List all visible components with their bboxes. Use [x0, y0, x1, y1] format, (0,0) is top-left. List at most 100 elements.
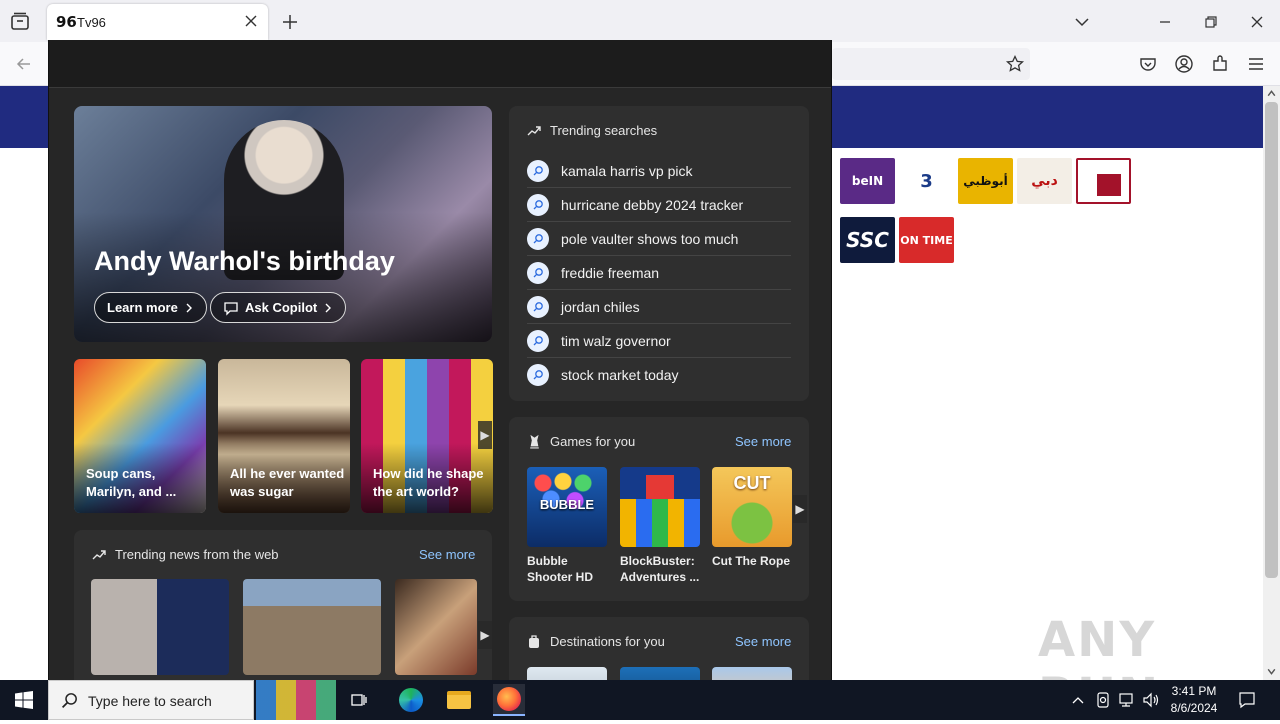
destination-thumbnail[interactable] [620, 667, 700, 680]
clock-date: 8/6/2024 [1170, 701, 1218, 715]
game-image: CUT [712, 467, 792, 547]
card-caption: How did he shape the art world? [373, 466, 484, 499]
trending-search-item[interactable]: freddie freeman [527, 256, 791, 290]
story-card-soup-cans[interactable]: Soup cans, Marilyn, and ... [74, 359, 206, 513]
collections-icon[interactable] [8, 10, 32, 34]
ask-copilot-label: Ask Copilot [245, 300, 318, 315]
device-icon[interactable] [1095, 691, 1111, 709]
minimize-icon[interactable] [1155, 12, 1175, 32]
search-highlight-image[interactable] [256, 680, 336, 720]
trending-news-section: Trending news from the web See more ▶ [74, 530, 492, 680]
games-next-arrow-icon[interactable]: ▶ [793, 495, 807, 523]
volume-icon[interactable] [1142, 692, 1160, 708]
story-card-art-world[interactable]: How did he shape the art world? [361, 359, 493, 513]
scroll-thumb[interactable] [1265, 102, 1278, 578]
trending-search-item[interactable]: jordan chiles [527, 290, 791, 324]
system-clock[interactable]: 3:41 PM 8/6/2024 [1166, 683, 1222, 717]
close-window-icon[interactable] [1247, 12, 1267, 32]
news-see-more-link[interactable]: See more [419, 547, 475, 562]
panel-header [49, 40, 831, 88]
taskbar-search-box[interactable]: Type here to search [48, 680, 254, 720]
channel-logo-dubai-sports[interactable]: دبي [1017, 158, 1072, 204]
account-icon[interactable] [1174, 54, 1194, 74]
trending-search-item[interactable]: hurricane debby 2024 tracker [527, 188, 791, 222]
destination-thumbnail[interactable] [712, 667, 792, 680]
news-thumbnail[interactable] [243, 579, 381, 675]
channel-logo-ssc[interactable]: SSC [840, 217, 895, 263]
search-icon [527, 329, 549, 352]
news-thumbnail[interactable] [91, 579, 229, 675]
windows-taskbar: Type here to search 3:41 PM 8/6/2024 [0, 680, 1280, 720]
trending-search-text: kamala harris vp pick [561, 162, 693, 179]
trending-search-text: tim walz governor [561, 332, 671, 349]
game-tile-bubble-shooter[interactable]: BUBBLE Bubble Shooter HD [527, 467, 607, 585]
game-tile-cut-the-rope[interactable]: CUT Cut The Rope [712, 467, 792, 569]
game-art-text: BUBBLE [539, 497, 595, 512]
edge-browser-icon[interactable] [395, 684, 427, 716]
story-card-sugar[interactable]: All he ever wanted was sugar [218, 359, 350, 513]
chess-piece-icon [530, 434, 539, 449]
chat-bubble-icon [224, 301, 238, 316]
trending-search-item[interactable]: pole vaulter shows too much [527, 222, 791, 256]
news-next-arrow-icon[interactable]: ▶ [478, 621, 492, 649]
task-view-icon[interactable] [343, 684, 375, 716]
bookmark-star-icon[interactable] [1005, 54, 1025, 74]
channel-logo-ontime[interactable]: ON TIME [899, 217, 954, 263]
search-icon [527, 227, 549, 250]
show-hidden-icons-icon[interactable] [1071, 694, 1085, 706]
game-name: BlockBuster: Adventures ... [620, 554, 700, 584]
trending-search-text: stock market today [561, 367, 679, 383]
close-tab-icon[interactable] [242, 12, 260, 30]
red-block [646, 475, 674, 499]
search-icon [61, 693, 77, 709]
card-caption: Soup cans, Marilyn, and ... [86, 466, 177, 499]
hero-title: Andy Warhol's birthday [94, 246, 395, 276]
page-scrollbar[interactable] [1263, 86, 1280, 680]
card-caption: All he ever wanted was sugar [230, 466, 345, 499]
trending-search-item[interactable]: tim walz governor [527, 324, 791, 358]
trending-search-item[interactable]: stock market today [527, 358, 791, 392]
back-arrow-icon[interactable] [14, 54, 34, 74]
pocket-icon[interactable] [1138, 54, 1158, 74]
restore-icon[interactable] [1201, 12, 1221, 32]
list-all-tabs-icon[interactable] [1072, 12, 1092, 32]
news-thumbnail[interactable] [395, 579, 477, 675]
games-see-more-link[interactable]: See more [735, 434, 791, 449]
firefox-icon[interactable] [493, 684, 525, 716]
ask-copilot-button[interactable]: Ask Copilot [210, 292, 347, 323]
game-tile-blockbuster[interactable]: BlockBuster: Adventures ... [620, 467, 700, 585]
search-icon [527, 193, 549, 216]
hero-card[interactable]: Andy Warhol's birthday Learn more Ask Co… [74, 106, 492, 342]
channel-logo-bein[interactable]: beIN [840, 158, 895, 204]
destination-thumbnail[interactable] [527, 667, 607, 680]
browser-tab-tv96[interactable]: 96 Tv96 [47, 4, 268, 40]
notifications-icon[interactable] [1238, 691, 1256, 709]
extensions-icon[interactable] [1210, 54, 1230, 74]
scroll-up-arrow-icon[interactable] [1266, 88, 1277, 99]
windows-start-icon[interactable] [15, 691, 33, 709]
channel-logo-arriyadia[interactable]: 3 [899, 158, 954, 204]
network-icon[interactable] [1118, 692, 1136, 708]
address-bar[interactable] [832, 48, 1030, 80]
game-name: Cut The Rope [712, 554, 790, 568]
learn-more-label: Learn more [107, 300, 178, 315]
carousel-next-arrow-icon[interactable]: ▶ [478, 421, 492, 449]
menu-icon[interactable] [1246, 54, 1266, 74]
trending-search-item[interactable]: kamala harris vp pick [527, 154, 791, 188]
trending-search-text: hurricane debby 2024 tracker [561, 196, 744, 213]
channel-logo-red[interactable] [1076, 158, 1131, 204]
browser-tab-strip: 96 Tv96 [0, 0, 1280, 42]
game-image: BUBBLE [527, 467, 607, 547]
file-explorer-icon[interactable] [443, 684, 475, 716]
learn-more-button[interactable]: Learn more [94, 292, 207, 323]
trending-arrow-icon [527, 126, 541, 136]
search-placeholder: Type here to search [88, 693, 212, 709]
channel-logo-abudhabi-sports[interactable]: أبوظبي [958, 158, 1013, 204]
chevron-right-icon [186, 303, 192, 312]
destinations-see-more-link[interactable]: See more [735, 634, 791, 649]
trending-news-title: Trending news from the web [115, 547, 279, 562]
game-name: Bubble Shooter HD [527, 554, 593, 584]
new-tab-icon[interactable] [280, 12, 300, 32]
trending-search-text: jordan chiles [561, 298, 640, 315]
trending-arrow-icon [92, 550, 106, 560]
